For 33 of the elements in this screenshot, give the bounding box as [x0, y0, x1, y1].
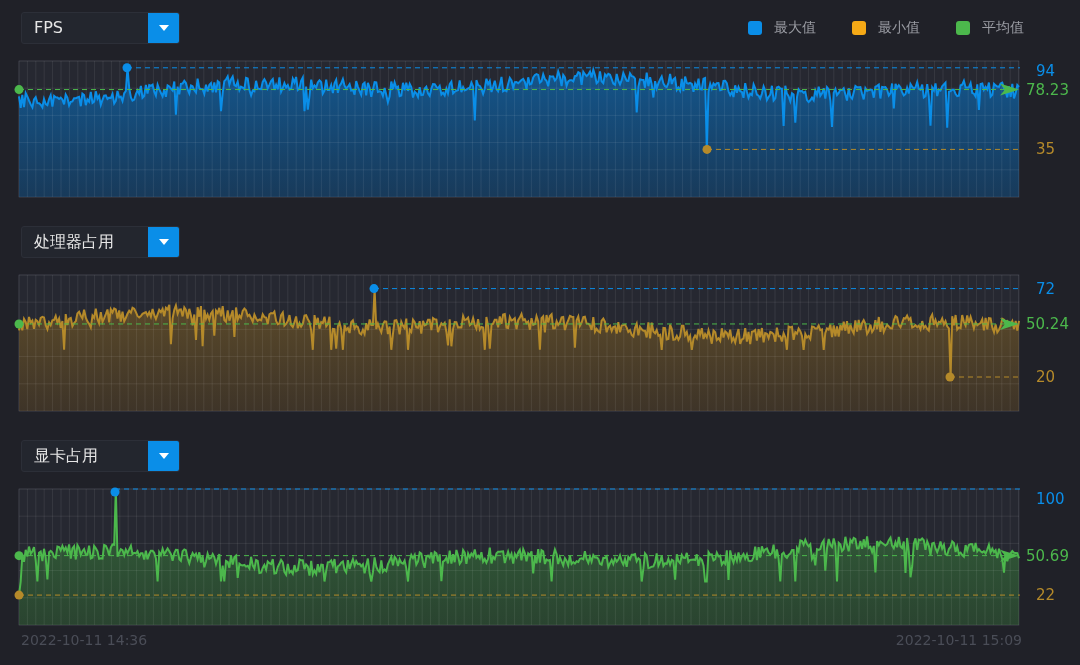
- min-marker: [14, 590, 24, 600]
- min-value-label: 22: [1036, 586, 1056, 605]
- metric-select[interactable]: 显卡占用: [21, 440, 180, 472]
- dropdown-button[interactable]: [148, 13, 179, 43]
- legend-label: 最小值: [878, 19, 920, 37]
- arrow-icon: [1000, 549, 1019, 562]
- caret-icon: [159, 239, 169, 245]
- arrow-icon: [1000, 83, 1019, 96]
- caret-icon: [159, 453, 169, 459]
- average-marker: [14, 319, 24, 329]
- average-value-label: 78.23: [1026, 80, 1069, 99]
- average-marker: [14, 551, 24, 561]
- max-marker: [110, 487, 120, 497]
- average-marker: [14, 85, 24, 95]
- min-value-label: 35: [1036, 140, 1056, 159]
- max-marker: [122, 63, 132, 73]
- metric-select[interactable]: 处理器占用: [21, 226, 180, 258]
- legend-label: 最大值: [774, 19, 816, 37]
- max-value-label: 94: [1036, 62, 1056, 80]
- average-value-label: 50.24: [1026, 314, 1069, 333]
- legend-label: 平均值: [982, 19, 1024, 37]
- max-value-label: 100: [1036, 490, 1065, 508]
- min-marker: [702, 144, 712, 154]
- min-value-label: 20: [1036, 368, 1056, 386]
- caret-icon: [159, 25, 169, 31]
- dropdown-button[interactable]: [148, 441, 179, 471]
- arrow-icon: [1000, 317, 1019, 330]
- metric-select[interactable]: FPS: [21, 12, 180, 44]
- max-value-label: 72: [1036, 279, 1056, 298]
- min-marker: [945, 372, 955, 382]
- average-value-label: 50.69: [1026, 546, 1069, 565]
- dropdown-button[interactable]: [148, 227, 179, 257]
- max-marker: [369, 284, 379, 294]
